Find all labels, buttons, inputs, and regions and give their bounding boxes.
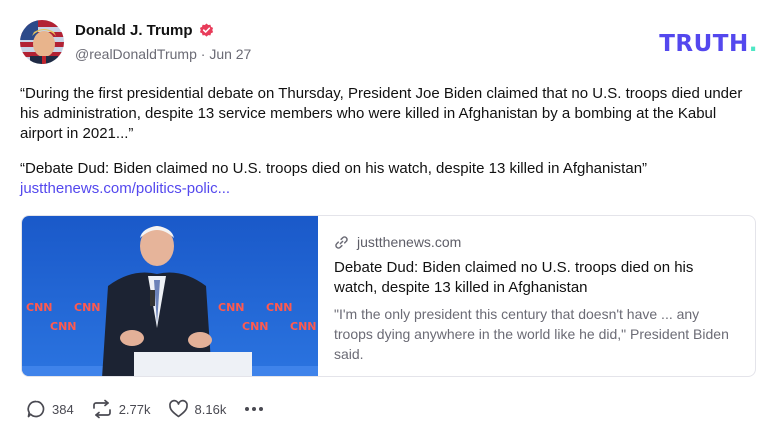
brand-wordmark: TRUTH <box>659 31 749 57</box>
more-dot <box>259 407 264 411</box>
heart-icon <box>168 399 188 418</box>
truth-logo[interactable]: TRUTH. <box>659 31 758 57</box>
debate-photo: CNN CNN CNN CNN CNN CNN CNN <box>22 216 318 376</box>
retruth-button[interactable]: 2.77k <box>91 399 151 419</box>
reply-bubble-icon <box>27 400 45 418</box>
avatar[interactable] <box>20 20 64 64</box>
svg-text:CNN: CNN <box>26 301 53 314</box>
like-count: 8.16k <box>194 401 227 417</box>
post-text: “During the first presidential debate on… <box>20 85 743 142</box>
retruth-count: 2.77k <box>118 401 151 417</box>
separator: · <box>200 46 206 62</box>
svg-text:CNN: CNN <box>50 320 77 333</box>
svg-text:CNN: CNN <box>218 301 245 314</box>
post-link[interactable]: justthenews.com/politics-polic... <box>20 179 230 199</box>
reply-count: 384 <box>52 401 74 417</box>
card-domain: justthenews.com <box>357 234 462 250</box>
like-button[interactable]: 8.16k <box>168 399 227 419</box>
reply-button[interactable]: 384 <box>26 399 74 419</box>
post-header: Donald J. Trump @realDonaldTrump · Jun 2… <box>20 20 760 66</box>
brand-dot: . <box>748 31 758 57</box>
card-title: Debate Dud: Biden claimed no U.S. troops… <box>334 259 694 296</box>
card-domain-row: justthenews.com <box>334 232 734 252</box>
svg-text:CNN: CNN <box>290 320 317 333</box>
more-dot <box>245 407 250 411</box>
more-dots-icon[interactable] <box>243 403 265 415</box>
post-quote: “Debate Dud: Biden claimed no U.S. troop… <box>20 160 648 177</box>
card-description: "I'm the only president this century tha… <box>334 306 729 362</box>
svg-text:CNN: CNN <box>242 320 269 333</box>
author-handle[interactable]: @realDonaldTrump <box>75 46 197 62</box>
post-date[interactable]: Jun 27 <box>209 46 251 62</box>
author-name[interactable]: Donald J. Trump <box>75 22 193 39</box>
card-body: justthenews.com Debate Dud: Biden claime… <box>334 232 734 364</box>
card-image: CNN CNN CNN CNN CNN CNN CNN <box>22 216 318 376</box>
verified-badge-icon <box>199 23 214 38</box>
author-name-row: Donald J. Trump <box>75 22 214 39</box>
action-bar: 384 2.77k 8.16k <box>26 398 265 420</box>
link-icon <box>334 235 349 250</box>
svg-text:CNN: CNN <box>266 301 293 314</box>
avatar-image <box>20 20 64 64</box>
more-dot <box>252 407 257 411</box>
retruth-arrows-icon <box>92 399 111 419</box>
link-preview-card[interactable]: CNN CNN CNN CNN CNN CNN CNN justthenews.… <box>21 215 756 377</box>
handle-row: @realDonaldTrump · Jun 27 <box>75 46 251 62</box>
svg-text:CNN: CNN <box>74 301 101 314</box>
